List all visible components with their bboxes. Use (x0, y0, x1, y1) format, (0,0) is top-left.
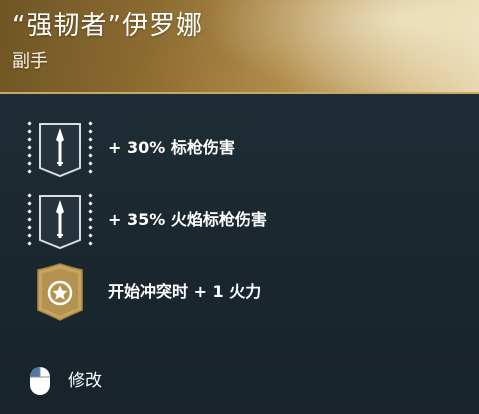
perk-text: + 30% 标枪伤害 (108, 138, 235, 157)
companion-tooltip: “强韧者”伊罗娜 副手 + 30% 标枪伤害 + 35% 火焰标枪伤害 开始冲突… (0, 0, 479, 414)
star-shield-icon (37, 263, 83, 321)
modify-label[interactable]: 修改 (68, 362, 102, 400)
spear-icon (27, 121, 93, 178)
perk-row-firepower: 开始冲突时 + 1 火力 (22, 262, 462, 322)
perk-row-fire-javelin-damage: + 35% 火焰标枪伤害 (22, 190, 462, 250)
perk-row-javelin-damage: + 30% 标枪伤害 (22, 118, 462, 178)
companion-role: 副手 (12, 51, 48, 72)
perk-text: + 35% 火焰标枪伤害 (108, 210, 267, 229)
perk-text: 开始冲突时 + 1 火力 (108, 282, 262, 301)
tooltip-header: “强韧者”伊罗娜 副手 (0, 0, 479, 94)
modify-hint[interactable]: 修改 (28, 362, 148, 398)
spear-icon (27, 193, 93, 250)
mouse-icon (30, 367, 50, 395)
companion-name: “强韧者”伊罗娜 (12, 11, 203, 41)
